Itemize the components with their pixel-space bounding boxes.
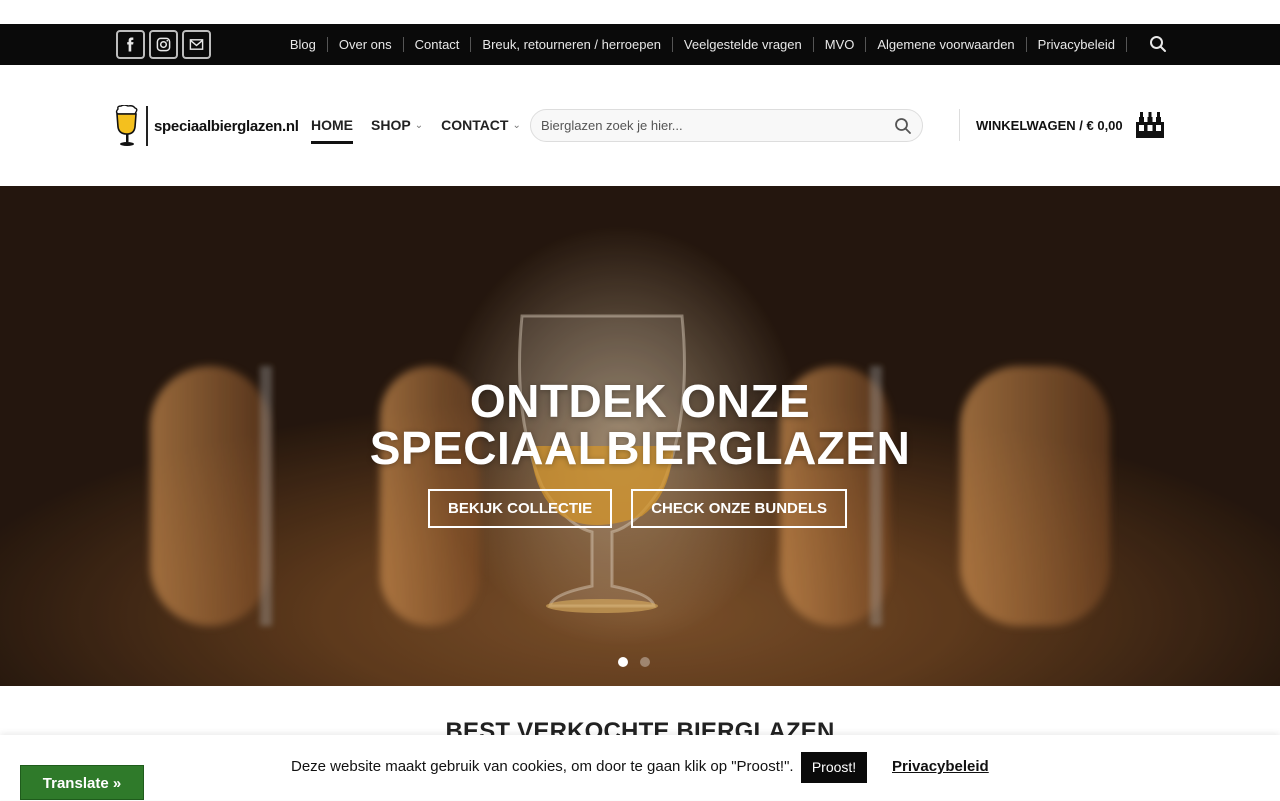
- cookie-privacy-link[interactable]: Privacybeleid: [892, 758, 989, 775]
- main-navigation: HOME SHOP ⌄ CONTACT ⌄: [311, 115, 521, 144]
- header-divider: [959, 109, 960, 141]
- logo-divider: [146, 106, 148, 146]
- hero-buttons: BEKIJK COLLECTIE CHECK ONZE BUNDELS: [428, 489, 848, 528]
- top-link-privacy[interactable]: Privacybeleid: [1025, 37, 1127, 52]
- cookie-message: Deze website maakt gebruik van cookies, …: [291, 758, 794, 775]
- top-navigation: Blog Over ons Contact Breuk, retourneren…: [279, 24, 1127, 65]
- hero-slider: ONTDEK ONZE SPECIAALBIERGLAZEN BEKIJK CO…: [0, 186, 1280, 686]
- chevron-down-icon: ⌄: [512, 119, 521, 131]
- top-link-breuk[interactable]: Breuk, retourneren / herroepen: [470, 37, 672, 52]
- nav-home[interactable]: HOME: [311, 115, 353, 144]
- top-bar: Blog Over ons Contact Breuk, retourneren…: [0, 24, 1280, 65]
- nav-contact[interactable]: CONTACT ⌄: [441, 115, 521, 135]
- logo-text: speciaalbierglazen.nl: [154, 117, 299, 135]
- cookie-accept-button[interactable]: Proost!: [801, 752, 867, 783]
- slider-dot-1[interactable]: [618, 657, 628, 667]
- cookie-bar: Deze website maakt gebruik van cookies, …: [0, 735, 1280, 800]
- top-strip: [0, 0, 1280, 24]
- top-link-mvo[interactable]: MVO: [812, 37, 866, 52]
- slider-dot-2[interactable]: [640, 657, 650, 667]
- beer-glass-logo-icon: [115, 105, 138, 146]
- chevron-down-icon: ⌄: [414, 119, 424, 131]
- search-input[interactable]: [541, 118, 894, 133]
- social-links: [116, 30, 211, 59]
- facebook-button[interactable]: [116, 30, 145, 59]
- top-link-faq[interactable]: Veelgestelde vragen: [671, 37, 813, 52]
- top-link-voorwaarden[interactable]: Algemene voorwaarden: [865, 37, 1025, 52]
- search-icon[interactable]: [1149, 35, 1167, 53]
- cart-label: WINKELWAGEN / € 0,00: [976, 117, 1123, 133]
- view-bundles-button[interactable]: CHECK ONZE BUNDELS: [631, 489, 848, 528]
- site-header: speciaalbierglazen.nl HOME SHOP ⌄ CONTACT…: [0, 65, 1280, 186]
- nav-home-label: HOME: [311, 117, 353, 133]
- hero-title: ONTDEK ONZE SPECIAALBIERGLAZEN: [0, 378, 1280, 472]
- instagram-icon: [156, 37, 171, 52]
- top-link-contact[interactable]: Contact: [402, 37, 471, 52]
- top-link-over-ons[interactable]: Over ons: [326, 37, 403, 52]
- nav-contact-label: CONTACT: [441, 117, 509, 133]
- nav-shop[interactable]: SHOP ⌄: [371, 115, 423, 135]
- instagram-button[interactable]: [149, 30, 178, 59]
- search-icon[interactable]: [894, 117, 912, 135]
- hero-title-line2: SPECIAALBIERGLAZEN: [369, 422, 911, 474]
- view-collection-button[interactable]: BEKIJK COLLECTIE: [428, 489, 613, 528]
- site-logo[interactable]: speciaalbierglazen.nl: [114, 105, 299, 147]
- mail-icon: [189, 39, 204, 50]
- translate-button[interactable]: Translate »: [20, 765, 144, 800]
- product-search: [530, 109, 923, 142]
- hero-title-line1: ONTDEK ONZE: [469, 375, 811, 427]
- mail-button[interactable]: [182, 30, 211, 59]
- beer-crate-icon: [1135, 112, 1164, 138]
- top-link-blog[interactable]: Blog: [279, 37, 327, 52]
- facebook-icon: [127, 37, 134, 52]
- cart-link[interactable]: WINKELWAGEN / € 0,00: [976, 111, 1165, 139]
- slider-dots: [618, 657, 650, 667]
- nav-shop-label: SHOP: [371, 117, 411, 133]
